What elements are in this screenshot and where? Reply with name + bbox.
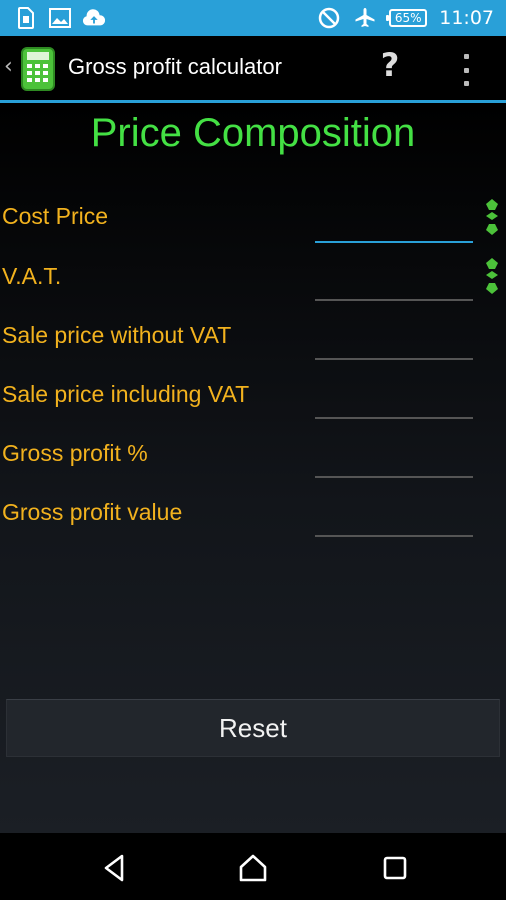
cloud-upload-icon	[82, 6, 106, 30]
sim-icon	[14, 6, 38, 30]
spinner-arrows-icon[interactable]	[484, 197, 500, 241]
status-left-icons	[14, 6, 106, 30]
gross-profit-percent-input[interactable]	[315, 448, 473, 478]
do-not-disturb-icon	[317, 6, 341, 30]
app-bar: ‹ Gross profit calculator ?	[0, 36, 506, 100]
battery-icon: 65%	[386, 9, 428, 27]
gross-profit-percent-label: Gross profit %	[2, 440, 148, 466]
app-title: Gross profit calculator	[68, 54, 282, 79]
cost-price-input[interactable]	[315, 213, 473, 243]
spinner-arrows-icon[interactable]	[484, 256, 500, 300]
help-button[interactable]: ?	[374, 46, 406, 90]
main-content: Price Composition Cost Price V.A.T. Sale…	[0, 103, 506, 833]
back-nav-icon[interactable]	[100, 853, 130, 883]
overflow-dot-icon	[463, 67, 469, 73]
gross-profit-value-label: Gross profit value	[2, 499, 183, 525]
recents-nav-icon[interactable]	[380, 853, 410, 883]
reset-button[interactable]: Reset	[6, 699, 500, 757]
sale-price-without-vat-input[interactable]	[315, 330, 473, 360]
overflow-menu-button[interactable]	[454, 50, 478, 90]
overflow-dot-icon	[463, 81, 469, 86]
sale-price-including-vat-label: Sale price including VAT	[2, 381, 250, 407]
airplane-icon	[353, 6, 377, 30]
clock: 11:07	[439, 7, 494, 29]
image-icon	[48, 6, 72, 30]
vat-label: V.A.T.	[2, 263, 62, 289]
page-title: Price Composition	[90, 111, 416, 155]
sale-price-without-vat-label: Sale price without VAT	[2, 322, 232, 348]
cost-price-label: Cost Price	[2, 203, 109, 229]
gross-profit-value-input[interactable]	[315, 507, 473, 537]
status-right-icons: 65% 11:07	[317, 6, 494, 30]
battery-percent: 65%	[394, 11, 422, 25]
overflow-dot-icon	[463, 54, 469, 59]
calculator-app-icon[interactable]	[20, 46, 56, 92]
vat-input[interactable]	[315, 271, 473, 301]
home-nav-icon[interactable]	[238, 853, 268, 883]
sale-price-including-vat-input[interactable]	[315, 389, 473, 419]
back-chevron-icon[interactable]: ‹	[4, 54, 13, 79]
navigation-bar	[0, 833, 506, 900]
status-bar: 65% 11:07	[0, 0, 506, 36]
